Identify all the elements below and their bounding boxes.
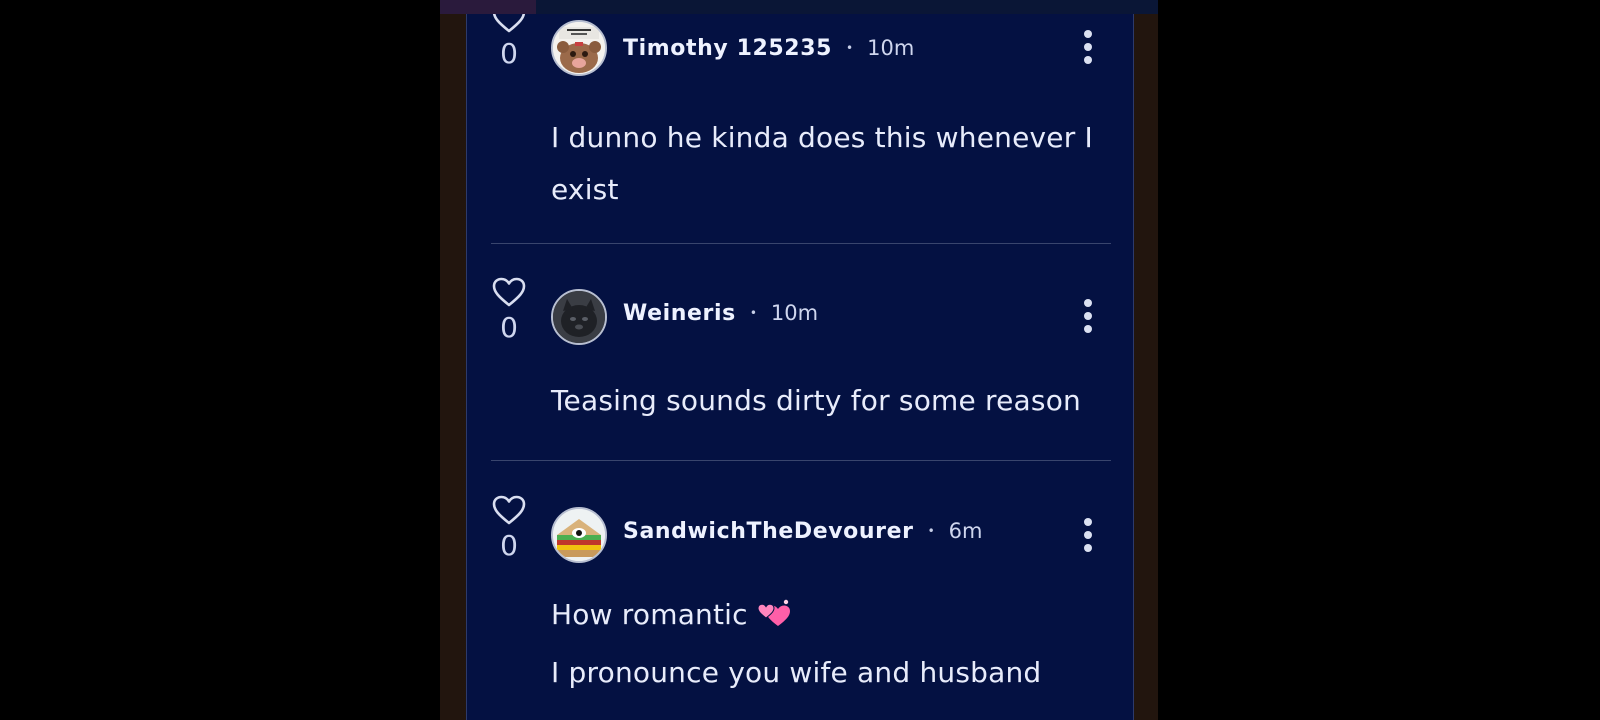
- comment-text-line: Teasing sounds dirty for some reason: [551, 384, 1081, 417]
- comment-meta: Timothy 125235 • 10m: [623, 32, 914, 64]
- revolving-hearts-icon: [756, 595, 794, 647]
- comment-text-line: I dunno he kinda does this whenever I: [551, 121, 1093, 154]
- more-options-icon[interactable]: [1082, 299, 1094, 337]
- comment-text: I dunno he kinda does this whenever I ex…: [551, 112, 1111, 216]
- like-button[interactable]: 0: [491, 276, 527, 342]
- comment-text-line: How romantic: [551, 589, 1111, 647]
- comment-meta: SandwichTheDevourer • 6m: [623, 515, 983, 547]
- like-count: 0: [500, 311, 518, 344]
- like-button[interactable]: 0: [491, 14, 527, 68]
- top-bar: [440, 0, 1158, 14]
- comment-time: 10m: [770, 301, 819, 325]
- like-button[interactable]: 0: [491, 494, 527, 560]
- comment-text: Teasing sounds dirty for some reason: [551, 375, 1111, 427]
- comment-time: 6m: [948, 519, 983, 543]
- separator-dot: •: [927, 524, 935, 538]
- divider: [491, 243, 1111, 244]
- more-options-icon[interactable]: [1082, 30, 1094, 68]
- heart-outline-icon: [492, 14, 526, 33]
- like-count: 0: [500, 37, 518, 70]
- heart-outline-icon: [492, 277, 526, 307]
- screen: 0 Timothy 125235 • 10m I dunno he kinda …: [0, 0, 1600, 720]
- sandwich-avatar-icon[interactable]: [551, 507, 607, 563]
- heart-outline-icon: [492, 495, 526, 525]
- separator-dot: •: [846, 41, 854, 55]
- author-name[interactable]: Weineris: [623, 301, 736, 326]
- author-name[interactable]: Timothy 125235: [623, 36, 832, 61]
- comment-text-fragment: How romantic: [551, 598, 748, 631]
- comments-panel: 0 Timothy 125235 • 10m I dunno he kinda …: [466, 14, 1134, 720]
- comment-text: How romantic I pronounce you wife and hu…: [551, 589, 1111, 699]
- separator-dot: •: [749, 306, 757, 320]
- top-bar-accent: [440, 0, 536, 14]
- cat-avatar-icon[interactable]: [551, 289, 607, 345]
- author-name[interactable]: SandwichTheDevourer: [623, 519, 914, 544]
- comment-time: 10m: [867, 36, 915, 60]
- comment-meta: Weineris • 10m: [623, 297, 818, 329]
- more-options-icon[interactable]: [1082, 518, 1094, 556]
- like-count: 0: [500, 529, 518, 562]
- divider: [491, 460, 1111, 461]
- comment-text-line: exist: [551, 173, 619, 206]
- comment-text-line: I pronounce you wife and husband: [551, 656, 1042, 689]
- bear-avatar-icon[interactable]: [551, 20, 607, 76]
